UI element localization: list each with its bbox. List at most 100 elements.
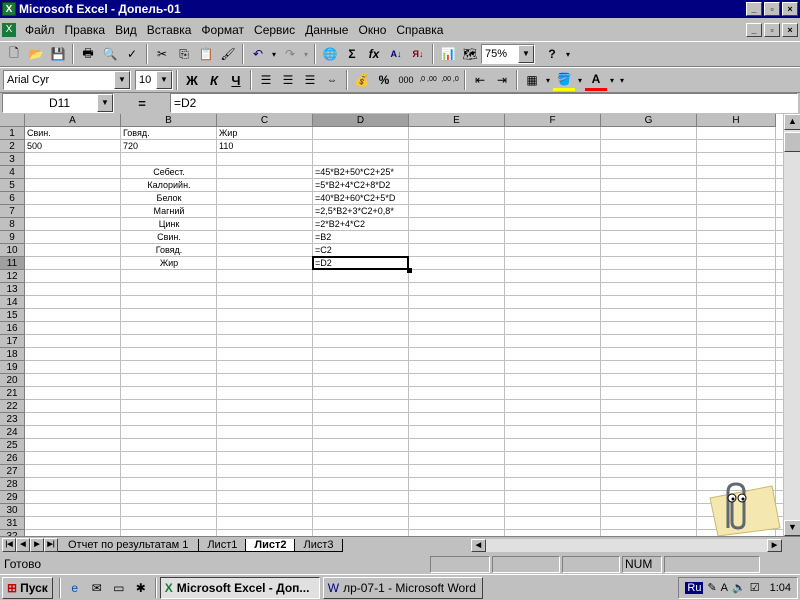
font-name-select[interactable]: Arial Cyr ▼: [3, 70, 131, 90]
cell-b8[interactable]: Цинк: [25, 218, 313, 231]
zoom-select[interactable]: 75% ▼: [481, 44, 535, 64]
name-box[interactable]: D11 ▼: [2, 93, 114, 113]
font-size-select[interactable]: 10 ▼: [135, 70, 173, 90]
close-button[interactable]: ×: [782, 2, 798, 16]
cell-b7[interactable]: Магний: [25, 205, 313, 218]
menu-edit[interactable]: Правка: [60, 23, 111, 37]
cell-b9[interactable]: Свин.: [25, 231, 313, 244]
font-name-dropdown-icon[interactable]: ▼: [114, 71, 130, 89]
row-header[interactable]: 3: [0, 153, 25, 166]
column-header[interactable]: E: [409, 114, 505, 127]
row-header[interactable]: 22: [0, 400, 25, 413]
increase-indent-icon[interactable]: ⇥: [491, 69, 513, 91]
new-file-icon[interactable]: 🗋: [3, 43, 25, 65]
column-header[interactable]: A: [25, 114, 121, 127]
align-left-icon[interactable]: ☰: [255, 69, 277, 91]
font-size-dropdown-icon[interactable]: ▼: [156, 71, 172, 89]
align-right-icon[interactable]: ☰: [299, 69, 321, 91]
decrease-indent-icon[interactable]: ⇤: [469, 69, 491, 91]
align-center-icon[interactable]: ☰: [277, 69, 299, 91]
cut-icon[interactable]: ✂: [151, 43, 173, 65]
font-color-dropdown-icon[interactable]: ▾: [607, 69, 617, 91]
minimize-button[interactable]: _: [746, 2, 762, 16]
fill-color-dropdown-icon[interactable]: ▾: [575, 69, 585, 91]
cell-a1[interactable]: Свин.: [27, 127, 120, 140]
cell-d8[interactable]: =2*B2+4*C2: [315, 218, 408, 231]
formula-input[interactable]: =D2: [170, 93, 798, 113]
cell-b2[interactable]: 720: [123, 140, 216, 153]
row-header[interactable]: 19: [0, 361, 25, 374]
save-icon[interactable]: 💾: [47, 43, 69, 65]
web-icon[interactable]: 🌐: [319, 43, 341, 65]
row-header[interactable]: 17: [0, 335, 25, 348]
row-header[interactable]: 8: [0, 218, 25, 231]
map-icon[interactable]: 🗺: [459, 43, 481, 65]
tray-app-icon[interactable]: ✎: [707, 581, 716, 594]
cell-d9[interactable]: =B2: [315, 231, 408, 244]
borders-icon[interactable]: ▦: [521, 69, 543, 91]
excel-app-icon[interactable]: X: [2, 2, 16, 16]
scroll-up-icon[interactable]: ▲: [784, 114, 800, 130]
scroll-thumb[interactable]: [784, 132, 800, 152]
volume-icon[interactable]: 🔊: [732, 581, 746, 594]
scroll-left-icon[interactable]: ◀: [471, 538, 486, 552]
format-painter-icon[interactable]: 🖌: [217, 43, 239, 65]
menu-help[interactable]: Справка: [391, 23, 448, 37]
italic-button[interactable]: К: [203, 69, 225, 91]
merge-center-icon[interactable]: ⇔: [321, 69, 343, 91]
spreadsheet-grid[interactable]: A B C D E F G H 1 2 3 4 5 6 7 8 9 10 11 12 13 14 15 16 17 18 19 20 2…: [0, 114, 800, 536]
cell-b10[interactable]: Говяд.: [25, 244, 313, 257]
row-header[interactable]: 26: [0, 452, 25, 465]
cell-b5[interactable]: Калорийн.: [25, 179, 313, 192]
horizontal-scrollbar[interactable]: ◀ ▶: [470, 537, 783, 553]
menu-file[interactable]: Файл: [20, 23, 60, 37]
doc-minimize-button[interactable]: _: [746, 23, 762, 37]
menu-data[interactable]: Данные: [300, 23, 353, 37]
row-header[interactable]: 23: [0, 413, 25, 426]
column-header[interactable]: C: [217, 114, 313, 127]
row-header[interactable]: 12: [0, 270, 25, 283]
last-sheet-icon[interactable]: ▶|: [44, 538, 58, 552]
sheet-tab-active[interactable]: Лист2: [246, 538, 296, 552]
outlook-express-icon[interactable]: ✉: [86, 577, 108, 599]
column-header[interactable]: F: [505, 114, 601, 127]
row-header[interactable]: 29: [0, 491, 25, 504]
borders-dropdown-icon[interactable]: ▾: [543, 69, 553, 91]
prev-sheet-icon[interactable]: ◀: [16, 538, 30, 552]
channels-icon[interactable]: ✱: [130, 577, 152, 599]
row-header[interactable]: 7: [0, 205, 25, 218]
cell-c1[interactable]: Жир: [219, 127, 312, 140]
percent-button[interactable]: %: [373, 69, 395, 91]
row-header[interactable]: 18: [0, 348, 25, 361]
cell-d4[interactable]: =45*B2+50*C2+25*: [315, 166, 408, 179]
row-header[interactable]: 27: [0, 465, 25, 478]
menu-insert[interactable]: Вставка: [142, 23, 197, 37]
row-header[interactable]: 15: [0, 309, 25, 322]
row-header[interactable]: 16: [0, 322, 25, 335]
vertical-scrollbar[interactable]: ▲ ▼: [783, 114, 800, 536]
spelling-icon[interactable]: ✓: [121, 43, 143, 65]
scroll-right-icon[interactable]: ▶: [767, 538, 782, 552]
paste-icon[interactable]: 📋: [195, 43, 217, 65]
cell-b6[interactable]: Белок: [25, 192, 313, 205]
toolbar-options-2-icon[interactable]: ▾: [617, 69, 627, 91]
redo-icon[interactable]: ↷: [279, 43, 301, 65]
print-icon[interactable]: 🖶: [77, 43, 99, 65]
copy-icon[interactable]: ⎘: [173, 43, 195, 65]
maximize-button[interactable]: ▫: [764, 2, 780, 16]
row-header[interactable]: 1: [0, 127, 25, 140]
row-header[interactable]: 5: [0, 179, 25, 192]
workbook-icon[interactable]: X: [2, 23, 16, 37]
row-header[interactable]: 28: [0, 478, 25, 491]
cell-d6[interactable]: =40*B2+60*C2+5*D: [315, 192, 408, 205]
cell-d7[interactable]: =2,5*B2+3*C2+0,8*: [315, 205, 408, 218]
cell-a2[interactable]: 500: [27, 140, 120, 153]
sort-descending-icon[interactable]: Я↓: [407, 43, 429, 65]
doc-close-button[interactable]: ×: [782, 23, 798, 37]
tray-check-icon[interactable]: ☑: [750, 581, 760, 594]
column-header[interactable]: B: [121, 114, 217, 127]
row-header[interactable]: 20: [0, 374, 25, 387]
task-word[interactable]: W лр-07-1 - Microsoft Word: [322, 576, 483, 599]
cell-b11[interactable]: Жир: [25, 257, 313, 270]
menu-tools[interactable]: Сервис: [249, 23, 300, 37]
